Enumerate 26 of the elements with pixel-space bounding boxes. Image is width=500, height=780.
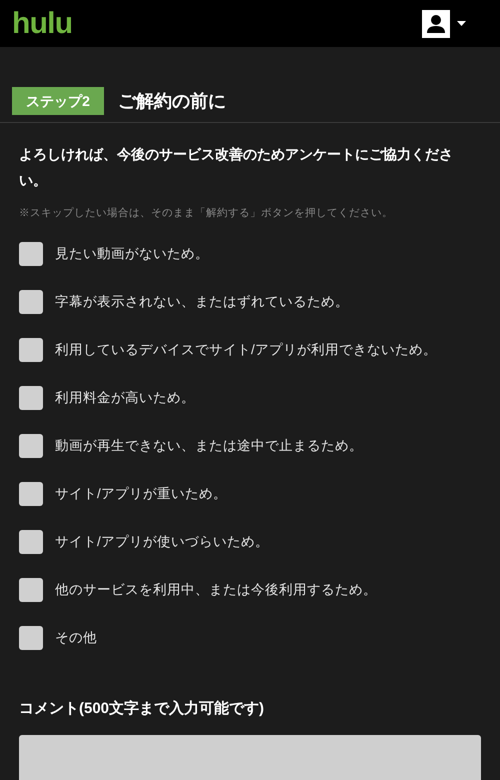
checkbox-label[interactable]: その他 [55, 628, 97, 648]
checkbox-label[interactable]: 見たい動画がないため。 [55, 244, 209, 264]
checkbox-label[interactable]: 他のサービスを利用中、または今後利用するため。 [55, 580, 377, 600]
checkbox[interactable] [19, 386, 43, 410]
note-text: ※スキップしたい場合は、そのまま「解約する」ボタンを押してください。 [19, 206, 394, 221]
checkbox-label[interactable]: 動画が再生できない、または途中で止まるため。 [55, 436, 363, 456]
comment-label: コメント(500文字まで入力可能です) [19, 699, 266, 719]
checkbox-label[interactable]: 利用料金が高いため。 [55, 388, 195, 408]
step-badge: ステップ2 [12, 87, 104, 115]
checkbox[interactable] [19, 242, 43, 266]
checkbox-label[interactable]: 利用しているデバイスでサイト/アプリが利用できないため。 [55, 340, 437, 360]
user-icon[interactable] [422, 10, 450, 38]
section-title: ご解約の前に [118, 90, 226, 112]
checkbox-label[interactable]: サイト/アプリが重いため。 [55, 484, 227, 504]
checkbox[interactable] [19, 338, 43, 362]
intro-text: よろしければ、今後のサービス改善のためアンケートにご協力ください。 [19, 145, 454, 190]
caret-icon[interactable] [457, 21, 466, 26]
checkbox[interactable] [19, 626, 43, 650]
checkbox[interactable] [19, 530, 43, 554]
checkbox[interactable] [19, 434, 43, 458]
logo[interactable]: hulu [12, 8, 72, 38]
checkbox-label[interactable]: サイト/アプリが使いづらいため。 [55, 532, 269, 552]
checkbox[interactable] [19, 290, 43, 314]
checkbox[interactable] [19, 578, 43, 602]
checkbox[interactable] [19, 482, 43, 506]
checkbox-label[interactable]: 字幕が表示されない、またはずれているため。 [55, 292, 349, 312]
